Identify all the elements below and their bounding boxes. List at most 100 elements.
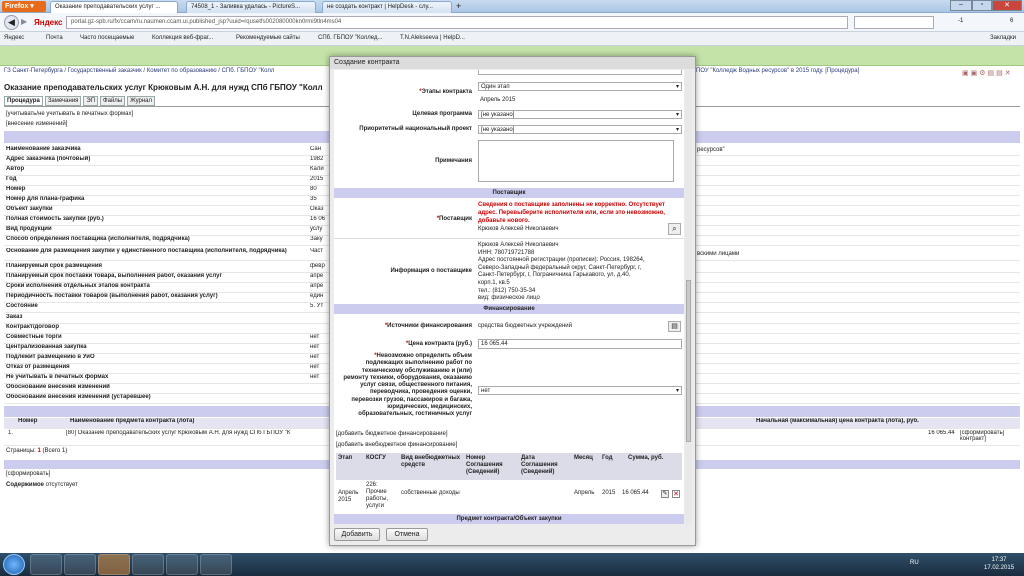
field-label: Отказ от размещения xyxy=(6,364,70,370)
column-header: Дата Соглашения (Сведений) xyxy=(521,455,558,475)
scroll-thumb[interactable] xyxy=(686,280,691,442)
field-value: Сан xyxy=(310,146,322,152)
delete-icon[interactable]: ✕ xyxy=(672,490,680,498)
tab-signature[interactable]: ЭП xyxy=(83,96,99,106)
supplier-info-line: Крюков Алексей Николаевич xyxy=(478,242,559,248)
edit-icon[interactable]: ✎ xyxy=(661,490,669,498)
browser-tabbar: Firefox ▾ Оказание преподавательских усл… xyxy=(0,0,1024,13)
table-row: Апрель 2015 226: Прочие работы, услуги соб… xyxy=(336,480,682,511)
field-value: апре xyxy=(310,273,324,279)
tab-helpdesk[interactable]: не создать контракт | HelpDesk - слу... xyxy=(322,1,452,13)
bookmark-yandex[interactable]: Яндекс xyxy=(4,35,24,41)
field-label: Планируемый срок поставки товара, выполн… xyxy=(6,273,222,279)
finance-section: Финансирование xyxy=(334,304,684,314)
reason-label: *Невозможно определить объем подлежащих … xyxy=(343,353,472,418)
target-program-select[interactable]: [не указано] xyxy=(478,110,682,119)
clock[interactable]: 17:37 17.02.2015 xyxy=(984,556,1014,572)
add-extra-budget-link[interactable]: [добавить внебюджетное финансирование] xyxy=(336,442,457,448)
print-toggle-link[interactable]: [учитывать/не учитывать в печатных форма… xyxy=(6,111,133,117)
new-tab-button[interactable]: + xyxy=(456,1,461,11)
field-label: Адрес заказчика (почтовый) xyxy=(6,156,91,162)
explorer-taskbar-icon[interactable] xyxy=(30,554,62,575)
add-budget-link[interactable]: [добавить бюджетное финансирование] xyxy=(336,431,447,437)
reason-select[interactable]: нет xyxy=(478,386,682,395)
supplier-info: Крюков Алексей Николаевич ИНН: 7807197217… xyxy=(478,242,682,303)
bookmark-college[interactable]: СПб. ГБПОУ "Коллед... xyxy=(318,35,382,41)
language-indicator[interactable]: RU xyxy=(910,560,919,566)
excel-taskbar-icon[interactable] xyxy=(166,554,198,575)
firefox-menu-button[interactable]: Firefox ▾ xyxy=(2,1,46,12)
downloads-badge[interactable]: 6 xyxy=(1010,18,1013,24)
bookmark-webfrag[interactable]: Коллекция веб-фраг... xyxy=(152,35,213,41)
subject-section: Предмет контракта/Объект закупки xyxy=(334,514,684,524)
field-value: 80 xyxy=(310,186,317,192)
bookmark-recommended[interactable]: Рекомендуемые сайты xyxy=(236,35,300,41)
word-taskbar-icon[interactable] xyxy=(200,554,232,575)
truncated-field xyxy=(478,70,682,75)
bookmark-helpdesk[interactable]: T.N.Alekseeva | HelpD... xyxy=(400,35,465,41)
price-label: *Цена контракта (руб.) xyxy=(405,341,472,347)
book-icon[interactable]: ▤ xyxy=(668,321,681,332)
bookmarks-menu[interactable]: Закладки xyxy=(990,35,1016,41)
supplier-section: Поставщик xyxy=(334,188,684,198)
bookmarks-bar: Яндекс Почта Часто посещаемые Коллекция … xyxy=(0,32,1024,46)
tab-pictures[interactable]: 74508_1 - Заливка удалась - PictureS... xyxy=(186,1,316,13)
notes-label: Примечания xyxy=(435,158,472,164)
address-bar[interactable]: portal.gz-spb.ru/fx/ccam/ru.naumen.ccam.… xyxy=(66,16,848,29)
right-fragment-1: ресурсов" xyxy=(697,147,725,153)
changes-link[interactable]: [внесение изменений] xyxy=(6,121,67,127)
stages-sub: Апрель 2015 xyxy=(480,97,516,103)
content-row: Содержимое отсутствует xyxy=(6,482,78,488)
minimize-button[interactable]: – xyxy=(950,0,972,11)
field-label: Периодичность поставки товаров (выполнен… xyxy=(6,293,218,299)
page-toolbar-icons[interactable]: ▣▣⚙▤▤✕ xyxy=(962,69,1013,77)
column-header: Сумма, руб. xyxy=(628,455,664,461)
field-label: Централизованная закупка xyxy=(6,344,87,350)
firefox-taskbar-icon[interactable] xyxy=(98,554,130,575)
bookmark-frequent[interactable]: Часто посещаемые xyxy=(80,35,134,41)
column-header: Номер Соглашения (Сведений) xyxy=(466,455,503,475)
field-label: Не учитывать в печатных формах xyxy=(6,374,109,380)
search-icon[interactable]: ⌕ xyxy=(668,223,681,235)
field-value: 35 xyxy=(310,196,317,202)
supplier-info-line: Санкт-Петербург, г, Пограничника Гарькав… xyxy=(478,272,631,279)
bookmark-mail[interactable]: Почта xyxy=(46,35,63,41)
supplier-info-line: Северо-Западный федеральный округ, Санкт… xyxy=(478,264,642,271)
forward-icon[interactable]: ▶ xyxy=(21,17,27,26)
column-header: Месяц xyxy=(574,455,593,461)
field-label: Совместные торги xyxy=(6,334,62,340)
priority-project-select[interactable]: [не указано] xyxy=(478,125,682,134)
ie-taskbar-icon[interactable] xyxy=(132,554,164,575)
notes-textarea[interactable] xyxy=(478,140,674,182)
maximize-button[interactable]: ▫ xyxy=(972,0,992,11)
dialog-scrollbar[interactable] xyxy=(685,70,692,524)
supplier-info-line: вид: физическое лицо xyxy=(478,295,540,302)
priority-label: Приоритетный национальный проект xyxy=(359,126,472,132)
back-icon[interactable]: ◀ xyxy=(4,15,19,30)
cancel-button[interactable]: Отмена xyxy=(386,528,428,541)
divider xyxy=(334,238,684,239)
tab-journal[interactable]: Журнал xyxy=(127,96,156,106)
windows-taskbar: RU 17:37 17.02.2015 xyxy=(0,553,1024,576)
field-value: Част xyxy=(310,248,324,254)
right-fragment-2: вскими лицами xyxy=(697,251,740,257)
field-label: Планируемый срок размещения xyxy=(6,263,103,269)
stages-label: *Этапы контракта xyxy=(419,89,472,95)
add-button[interactable]: Добавить xyxy=(334,528,380,541)
tab-files[interactable]: Файлы xyxy=(100,96,126,106)
breadcrumb[interactable]: ГЗ Санкт-Петербурга / Государственный за… xyxy=(4,68,859,78)
tab-procedure-page[interactable]: Процедура xyxy=(4,96,43,106)
column-header: Вид внебюджетных средств xyxy=(401,455,461,468)
table-cell: 2015 xyxy=(602,490,616,496)
media-taskbar-icon[interactable] xyxy=(64,554,96,575)
start-button[interactable] xyxy=(3,554,25,575)
price-input[interactable]: 16 065.44 xyxy=(478,339,682,349)
tab-procedure[interactable]: Оказание преподавательских услуг ... xyxy=(50,1,178,13)
close-window-button[interactable]: ✕ xyxy=(992,0,1022,11)
field-label: Способ определения поставщика (исполните… xyxy=(6,236,190,242)
form-link[interactable]: [сформировать] xyxy=(6,471,50,477)
stages-select[interactable]: Один этап xyxy=(478,82,682,91)
search-field[interactable] xyxy=(854,16,934,29)
field-value: нет xyxy=(310,364,320,370)
tab-remarks[interactable]: Замечания xyxy=(44,96,82,106)
